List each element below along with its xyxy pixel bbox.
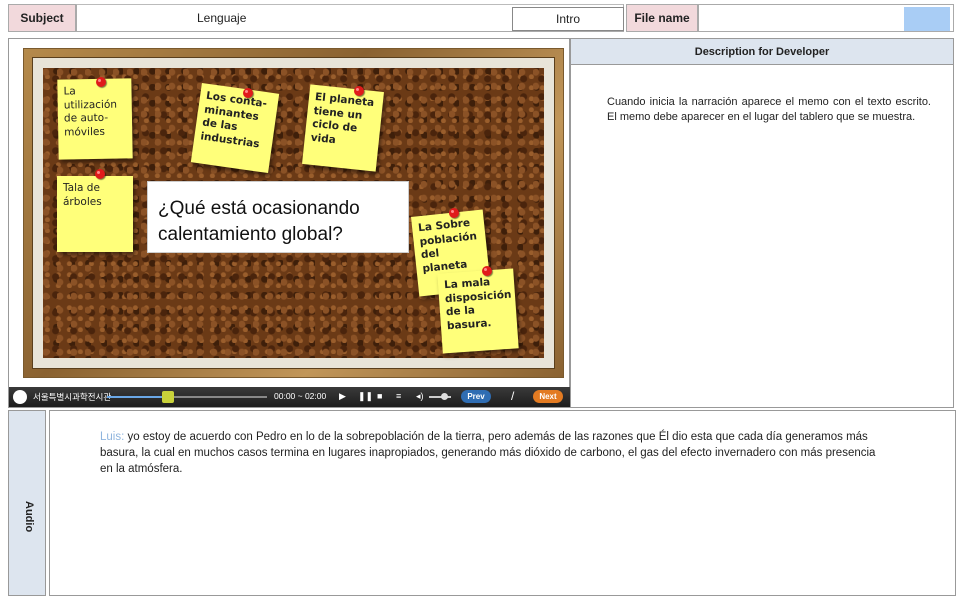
pause-icon[interactable]: ❚❚ <box>358 391 373 402</box>
prev-button[interactable]: Prev <box>461 390 491 403</box>
nav-separator: / <box>511 389 515 403</box>
progress-handle[interactable] <box>161 391 174 403</box>
volume-icon[interactable]: ◂) <box>416 391 424 402</box>
file-name-swatch <box>904 7 950 31</box>
memo-note: La mala disposición de la basura. <box>437 268 519 354</box>
audio-script: Luis: yo estoy de acuerdo con Pedro en l… <box>100 429 880 477</box>
intro-tab[interactable]: Intro <box>512 7 624 31</box>
volume-knob[interactable] <box>441 393 448 400</box>
player-time: 00:00 ~ 02:00 <box>274 391 327 401</box>
next-button[interactable]: Next <box>533 390 563 403</box>
pushpin-icon <box>482 266 492 276</box>
pushpin-icon <box>449 208 459 218</box>
audio-script-text: yo estoy de acuerdo con Pedro en lo de l… <box>100 431 876 476</box>
developer-description-panel: Description for Developer Cuando inicia … <box>570 38 954 408</box>
stop-icon[interactable]: ■ <box>377 391 382 401</box>
pushpin-icon <box>243 88 253 98</box>
subject-value: Lenguaje <box>197 11 247 25</box>
pushpin-icon <box>95 169 105 179</box>
audio-label-cell: Audio <box>8 410 46 596</box>
player-brand: 서울특별시과학전시관 <box>33 392 112 402</box>
memo-note-text: La mala disposición de la basura. <box>443 276 512 333</box>
play-icon[interactable]: ▶ <box>339 391 346 402</box>
memo-note-text: Tala de árboles <box>63 182 102 208</box>
pushpin-icon <box>354 86 364 96</box>
description-title: Description for Developer <box>571 39 953 65</box>
memo-note-text: El planeta tiene un ciclo de vida <box>310 90 375 147</box>
memo-note: La utilización de auto-móviles <box>57 78 133 160</box>
memo-note-text: La Sobre población del planeta <box>417 216 478 275</box>
logo-icon <box>13 390 27 404</box>
question-text-box: ¿Qué está ocasionando calentamiento glob… <box>147 181 409 253</box>
memo-note: Tala de árboles <box>57 176 133 252</box>
memo-note: Los conta-minantes de las industrias <box>190 82 280 174</box>
pushpin-icon <box>96 77 106 87</box>
audio-script-panel: Luis: yo estoy de acuerdo con Pedro en l… <box>49 410 956 596</box>
speaker-name: Luis: <box>100 431 125 443</box>
media-player-bar: 서울특별시과학전시관 00:00 ~ 02:00 ▶ ❚❚ ■ ≡ ◂) Pre… <box>9 387 570 407</box>
file-name-label: File name <box>626 4 698 32</box>
memo-note-text: La utilización de auto-móviles <box>63 85 118 139</box>
list-icon[interactable]: ≡ <box>396 391 401 401</box>
memo-note-text: Los conta-minantes de las industrias <box>199 89 268 151</box>
progress-track[interactable] <box>107 391 267 403</box>
progress-fill <box>107 396 168 398</box>
audio-label: Audio <box>23 501 35 533</box>
memo-note: El planeta tiene un ciclo de vida <box>302 84 384 172</box>
description-text: Cuando inicia la narración aparece el me… <box>607 96 931 123</box>
subject-label: Subject <box>8 4 76 32</box>
